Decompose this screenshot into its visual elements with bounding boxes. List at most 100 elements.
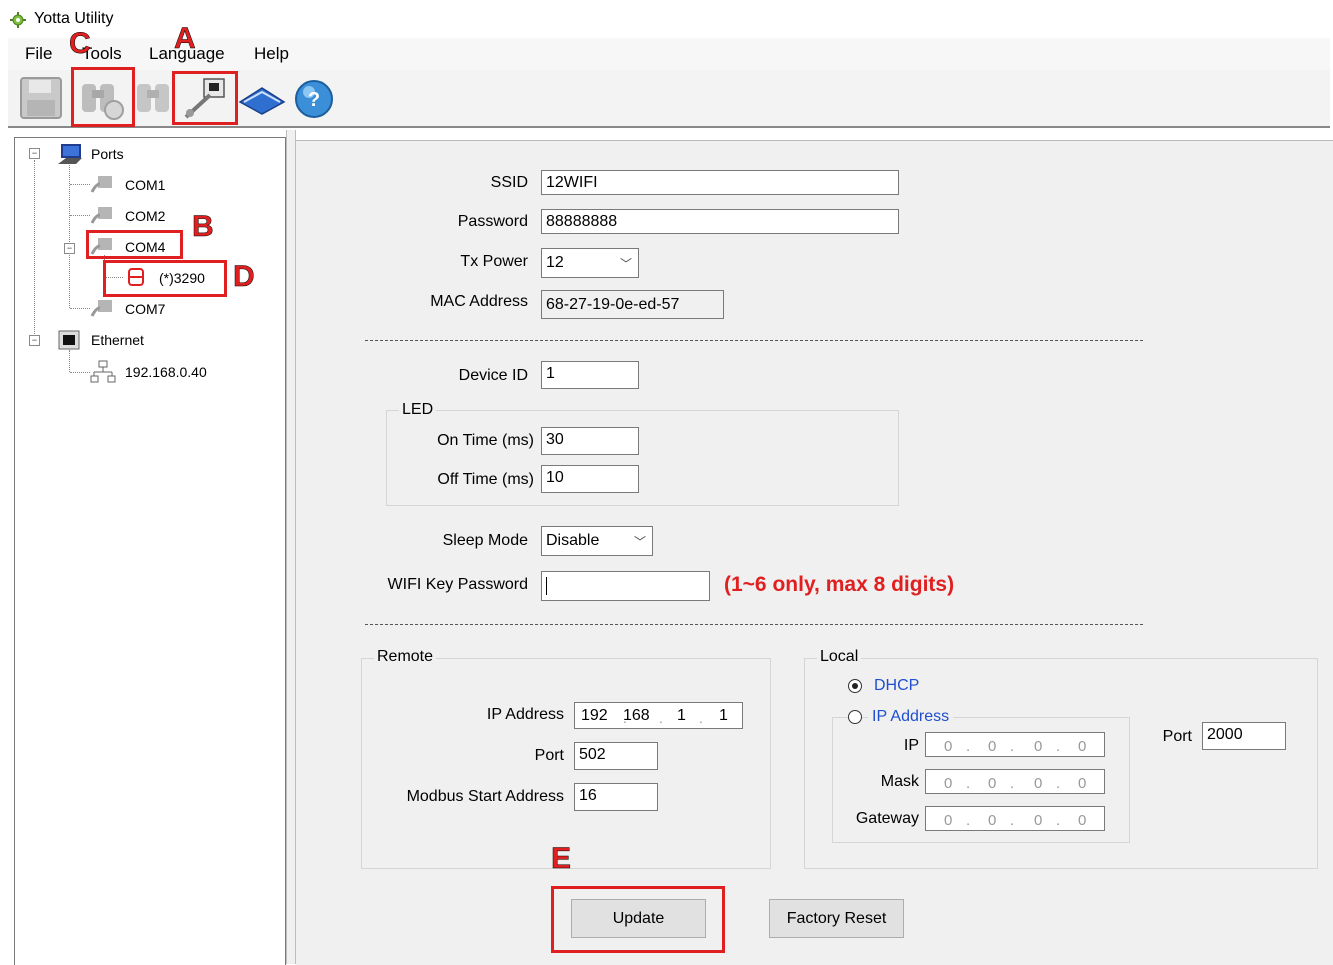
annotation-box-b — [86, 230, 183, 259]
manual-icon[interactable] — [238, 80, 286, 118]
local-group-title: Local — [817, 648, 862, 666]
network-icon — [90, 360, 116, 383]
factory-reset-button[interactable]: Factory Reset — [769, 899, 904, 938]
remote-ip-label: IP Address — [486, 706, 564, 723]
annotation-box-d — [103, 260, 227, 297]
ip-octet: 0 — [1034, 738, 1043, 755]
menu-help[interactable]: Help — [254, 44, 289, 64]
save-icon[interactable] — [18, 75, 64, 121]
marker-b: B — [192, 210, 214, 244]
device-id-field[interactable]: 1 — [541, 361, 639, 389]
ssid-label: SSID — [490, 174, 528, 191]
tree-line — [70, 372, 90, 373]
password-field[interactable]: 88888888 — [541, 209, 899, 234]
device-id-label: Device ID — [458, 367, 528, 384]
ip-octet: 192 — [581, 707, 608, 724]
annotation-box-a — [172, 71, 238, 125]
tree-line — [69, 165, 70, 308]
collapse-ethernet-icon[interactable]: − — [29, 335, 40, 346]
local-port-label: Port — [1162, 728, 1192, 745]
wifi-key-label: WIFI Key Password — [387, 576, 528, 593]
txpower-value: 12 — [546, 254, 564, 271]
txpower-label: Tx Power — [460, 253, 528, 270]
sleep-mode-select[interactable]: Disable ﹀ — [541, 526, 653, 556]
dhcp-radio[interactable] — [848, 679, 862, 693]
ip-octet: 0 — [944, 812, 953, 829]
ip-dot: . — [699, 710, 703, 726]
tree-ports-label[interactable]: Ports — [91, 146, 124, 162]
txpower-select[interactable]: 12 ﹀ — [541, 248, 639, 278]
chevron-down-icon: ﹀ — [633, 535, 646, 549]
ip-octet: 1 — [719, 707, 728, 724]
mac-label: MAC Address — [430, 293, 528, 310]
ip-octet: 0 — [988, 812, 997, 829]
tree-line — [70, 308, 90, 309]
tree-line — [34, 160, 35, 338]
com-port-icon — [90, 300, 112, 317]
local-ip-label: IP — [903, 737, 919, 754]
menu-file[interactable]: File — [25, 44, 52, 64]
on-time-field[interactable]: 30 — [541, 427, 639, 455]
window-title: Yotta Utility — [34, 10, 114, 27]
remote-port-label: Port — [534, 747, 564, 764]
off-time-label: Off Time (ms) — [437, 471, 534, 488]
ip-octet: 0 — [1078, 812, 1087, 829]
local-gateway-field: 0. 0. 0. 0 — [925, 806, 1105, 831]
svg-text:?: ? — [308, 89, 320, 111]
tree-ethernet-label[interactable]: Ethernet — [91, 332, 144, 348]
marker-e: E — [551, 842, 572, 876]
com-port-icon — [90, 207, 112, 224]
tree-line — [70, 215, 90, 216]
wifi-key-hint: (1~6 only, max 8 digits) — [724, 573, 955, 596]
tree-line — [69, 350, 70, 372]
ip-octet: 0 — [988, 738, 997, 755]
local-port-field[interactable]: 2000 — [1202, 722, 1286, 750]
ip-octet: 0 — [1078, 738, 1087, 755]
tree-com2[interactable]: COM2 — [125, 208, 165, 224]
mac-field: 68-27-19-0e-ed-57 — [541, 290, 724, 319]
off-time-field[interactable]: 10 — [541, 465, 639, 493]
separator — [365, 340, 1143, 341]
pane-splitter[interactable] — [286, 130, 296, 964]
remote-port-field[interactable]: 502 — [574, 742, 658, 770]
password-label: Password — [457, 213, 528, 230]
ip-octet: 168 — [623, 707, 650, 724]
ethernet-icon — [58, 330, 80, 350]
ip-address-radio-label[interactable]: IP Address — [868, 708, 954, 726]
ip-address-radio[interactable] — [848, 710, 862, 724]
ssid-field[interactable]: 12WIFI — [541, 170, 899, 195]
marker-a: A — [174, 22, 196, 56]
chevron-down-icon: ﹀ — [619, 257, 632, 271]
ip-octet: 0 — [944, 738, 953, 755]
ip-octet: 0 — [1034, 812, 1043, 829]
local-gateway-label: Gateway — [855, 810, 919, 827]
tree-ethernet-device[interactable]: 192.168.0.40 — [125, 364, 207, 380]
title-bar — [0, 0, 1333, 38]
collapse-com4-icon[interactable]: − — [64, 243, 75, 254]
sleep-mode-label: Sleep Mode — [442, 532, 528, 549]
local-mask-field: 0. 0. 0. 0 — [925, 769, 1105, 794]
modbus-field[interactable]: 16 — [574, 783, 658, 811]
marker-c: C — [69, 27, 91, 61]
collapse-ports-icon[interactable]: − — [29, 148, 40, 159]
tree-com7[interactable]: COM7 — [125, 301, 165, 317]
ip-dot: . — [659, 710, 663, 726]
annotation-box-c — [71, 67, 135, 127]
on-time-label: On Time (ms) — [437, 432, 534, 449]
ip-octet: 0 — [1078, 775, 1087, 792]
annotation-box-e — [551, 886, 725, 953]
local-mask-label: Mask — [880, 773, 919, 790]
tree-com1[interactable]: COM1 — [125, 177, 165, 193]
help-icon[interactable]: ? — [293, 78, 335, 120]
remote-ip-field[interactable]: 192 . 168 . 1 . 1 — [574, 702, 743, 729]
com-port-icon — [90, 176, 112, 193]
ip-octet: 0 — [988, 775, 997, 792]
search-disabled-icon — [137, 84, 169, 112]
ports-computer-icon — [58, 144, 82, 164]
ip-octet: 1 — [677, 707, 686, 724]
local-ip-field: 0. 0. 0. 0 — [925, 732, 1105, 757]
ip-octet: 0 — [1034, 775, 1043, 792]
app-gear-icon — [10, 12, 26, 28]
wifi-key-field[interactable] — [541, 571, 710, 601]
dhcp-label[interactable]: DHCP — [874, 677, 919, 695]
